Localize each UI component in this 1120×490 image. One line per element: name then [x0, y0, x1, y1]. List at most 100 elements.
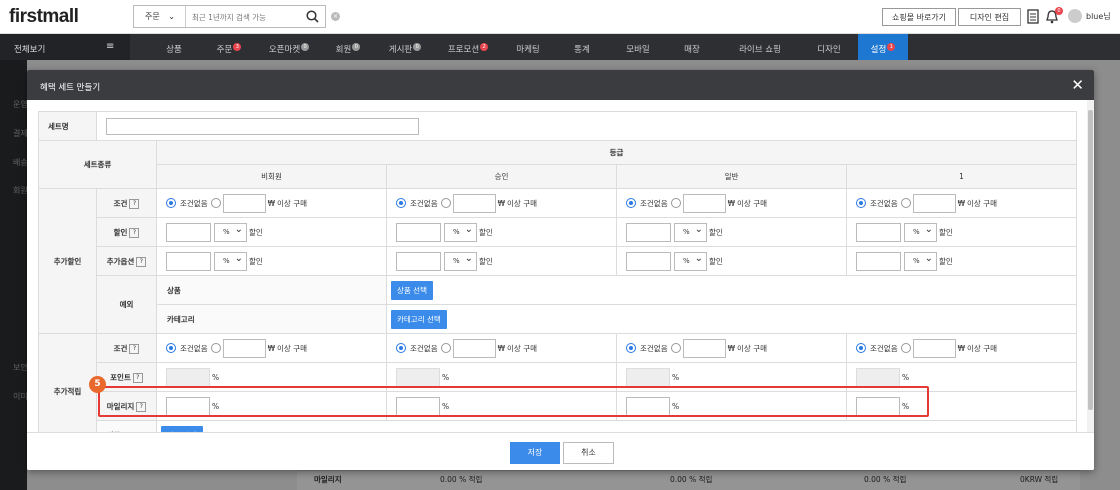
condition-amount-radio[interactable]	[900, 198, 911, 208]
above-purchase-label: 이상 구매	[737, 343, 768, 353]
search-box[interactable]: 주문 ⌄ 최근 1년까지 검색 가능	[133, 5, 326, 28]
cancel-button[interactable]: 취소	[563, 442, 614, 464]
condition-none-radio[interactable]	[166, 343, 176, 353]
save-button[interactable]: 저장	[510, 442, 560, 464]
condition-cell: 조건없음 ₩ 이상 구매	[616, 333, 847, 363]
discount-unit-select[interactable]: %	[214, 222, 247, 242]
discount-value-input[interactable]	[166, 222, 211, 242]
discount-unit-select[interactable]: %	[904, 251, 937, 271]
discount-unit-select[interactable]: %	[214, 251, 247, 271]
no-condition-label: 조건없음	[180, 343, 208, 353]
nav-item-mobile[interactable]: 모바일	[620, 34, 656, 60]
nav-item-members[interactable]: 회원 0	[330, 34, 366, 60]
condition-none-radio[interactable]	[396, 198, 406, 208]
nav-item-board[interactable]: 게시판 0	[383, 34, 427, 60]
close-icon[interactable]: ✕	[1071, 78, 1084, 93]
condition-none-radio[interactable]	[626, 198, 636, 208]
min-purchase-input[interactable]	[452, 193, 496, 213]
min-purchase-input[interactable]	[222, 193, 266, 213]
condition-none-radio[interactable]	[856, 343, 866, 353]
modal-header: 혜택 세트 만들기	[27, 70, 1094, 100]
discount-value-input[interactable]	[626, 222, 671, 242]
discount-value-input[interactable]	[626, 251, 671, 271]
condition-header: 조건?	[96, 333, 157, 363]
percent-label: %	[212, 372, 220, 382]
min-purchase-input[interactable]	[452, 338, 496, 358]
condition-amount-radio[interactable]	[210, 198, 221, 208]
condition-amount-radio[interactable]	[670, 198, 681, 208]
nav-item-openmarket[interactable]: 오픈마켓 0	[262, 34, 316, 60]
modal-scrollbar-thumb[interactable]	[1088, 110, 1093, 410]
nav-label: 회원	[335, 45, 352, 55]
condition-none-radio[interactable]	[396, 343, 406, 353]
extra-reward-header: 추가적립	[38, 333, 97, 432]
min-purchase-input[interactable]	[222, 338, 266, 358]
search-scope-select[interactable]: 주문 ⌄	[134, 6, 186, 27]
nav-item-design[interactable]: 디자인	[809, 34, 849, 60]
condition-amount-radio[interactable]	[210, 343, 221, 353]
no-condition-label: 조건없음	[870, 198, 898, 208]
search-input[interactable]: 최근 1년까지 검색 가능	[192, 12, 266, 23]
min-purchase-input[interactable]	[912, 193, 956, 213]
help-icon[interactable]: ?	[136, 256, 147, 267]
go-to-shop-button[interactable]: 쇼핑몰 바로가기	[882, 8, 956, 26]
clear-search-icon[interactable]: ×	[331, 12, 340, 21]
nav-item-stats[interactable]: 통계	[566, 34, 598, 60]
condition-cell: 조건없음 ₩ 이상 구매	[846, 333, 1077, 363]
nav-item-products[interactable]: 상품	[158, 34, 190, 60]
discount-unit-select[interactable]: %	[674, 251, 707, 271]
min-purchase-input[interactable]	[912, 338, 956, 358]
condition-none-radio[interactable]	[626, 343, 636, 353]
nav-badge: 0	[301, 43, 310, 51]
help-icon[interactable]: ?	[129, 343, 140, 354]
discount-unit-select[interactable]: %	[444, 251, 477, 271]
above-purchase-label: 이상 구매	[277, 198, 308, 208]
discount-cell: %할인	[616, 246, 847, 276]
help-icon[interactable]: ?	[129, 198, 140, 209]
nav-item-live-shopping[interactable]: 라이브 쇼핑	[732, 34, 788, 60]
user-name[interactable]: blue님	[1086, 11, 1111, 22]
discount-value-input[interactable]	[856, 222, 901, 242]
nav-item-settings[interactable]: 설정 1	[858, 34, 908, 60]
condition-amount-radio[interactable]	[440, 343, 451, 353]
exception-header: 예외	[96, 275, 157, 334]
discount-value-input[interactable]	[856, 251, 901, 271]
hamburger-icon[interactable]: ≡	[106, 41, 114, 52]
discount-value-input[interactable]	[166, 251, 211, 271]
nav-item-store[interactable]: 매장	[676, 34, 708, 60]
condition-amount-radio[interactable]	[440, 198, 451, 208]
nav-label: 오픈마켓	[268, 45, 301, 55]
help-icon[interactable]: ?	[129, 227, 140, 238]
nav-all-menu[interactable]: 전체보기 ≡	[0, 34, 130, 60]
category-select-button[interactable]: 카테고리 선택	[391, 309, 447, 329]
discount-suffix-label: 할인	[249, 256, 263, 266]
condition-none-radio[interactable]	[856, 198, 866, 208]
nav-label: 주문	[216, 45, 233, 55]
product-select-button[interactable]: 상품 선택	[391, 280, 433, 300]
nav-item-marketing[interactable]: 마케팅	[510, 34, 546, 60]
search-icon[interactable]	[306, 10, 319, 23]
min-purchase-input[interactable]	[682, 193, 726, 213]
document-icon[interactable]	[1027, 9, 1039, 24]
nav-badge: 1	[887, 43, 896, 51]
nav-item-orders[interactable]: 주문 3	[210, 34, 248, 60]
above-purchase-label: 이상 구매	[507, 198, 538, 208]
discount-unit-select[interactable]: %	[904, 222, 937, 242]
discount-suffix-label: 할인	[249, 227, 263, 237]
condition-amount-radio[interactable]	[900, 343, 911, 353]
nav-item-promotion[interactable]: 프로모션 2	[442, 34, 494, 60]
set-type-header: 세트종류	[38, 140, 157, 189]
help-icon[interactable]: ?	[132, 372, 143, 383]
discount-value-input[interactable]	[396, 251, 441, 271]
design-edit-button[interactable]: 디자인 편집	[958, 8, 1021, 26]
condition-amount-radio[interactable]	[670, 343, 681, 353]
min-purchase-input[interactable]	[682, 338, 726, 358]
discount-value-input[interactable]	[396, 222, 441, 242]
condition-none-radio[interactable]	[166, 198, 176, 208]
set-name-input[interactable]	[106, 117, 419, 135]
logo[interactable]: firstmall	[9, 6, 79, 28]
discount-unit-select[interactable]: %	[674, 222, 707, 242]
avatar[interactable]	[1068, 9, 1082, 23]
discount-unit-select[interactable]: %	[444, 222, 477, 242]
discount-cell: %할인	[846, 217, 1077, 247]
